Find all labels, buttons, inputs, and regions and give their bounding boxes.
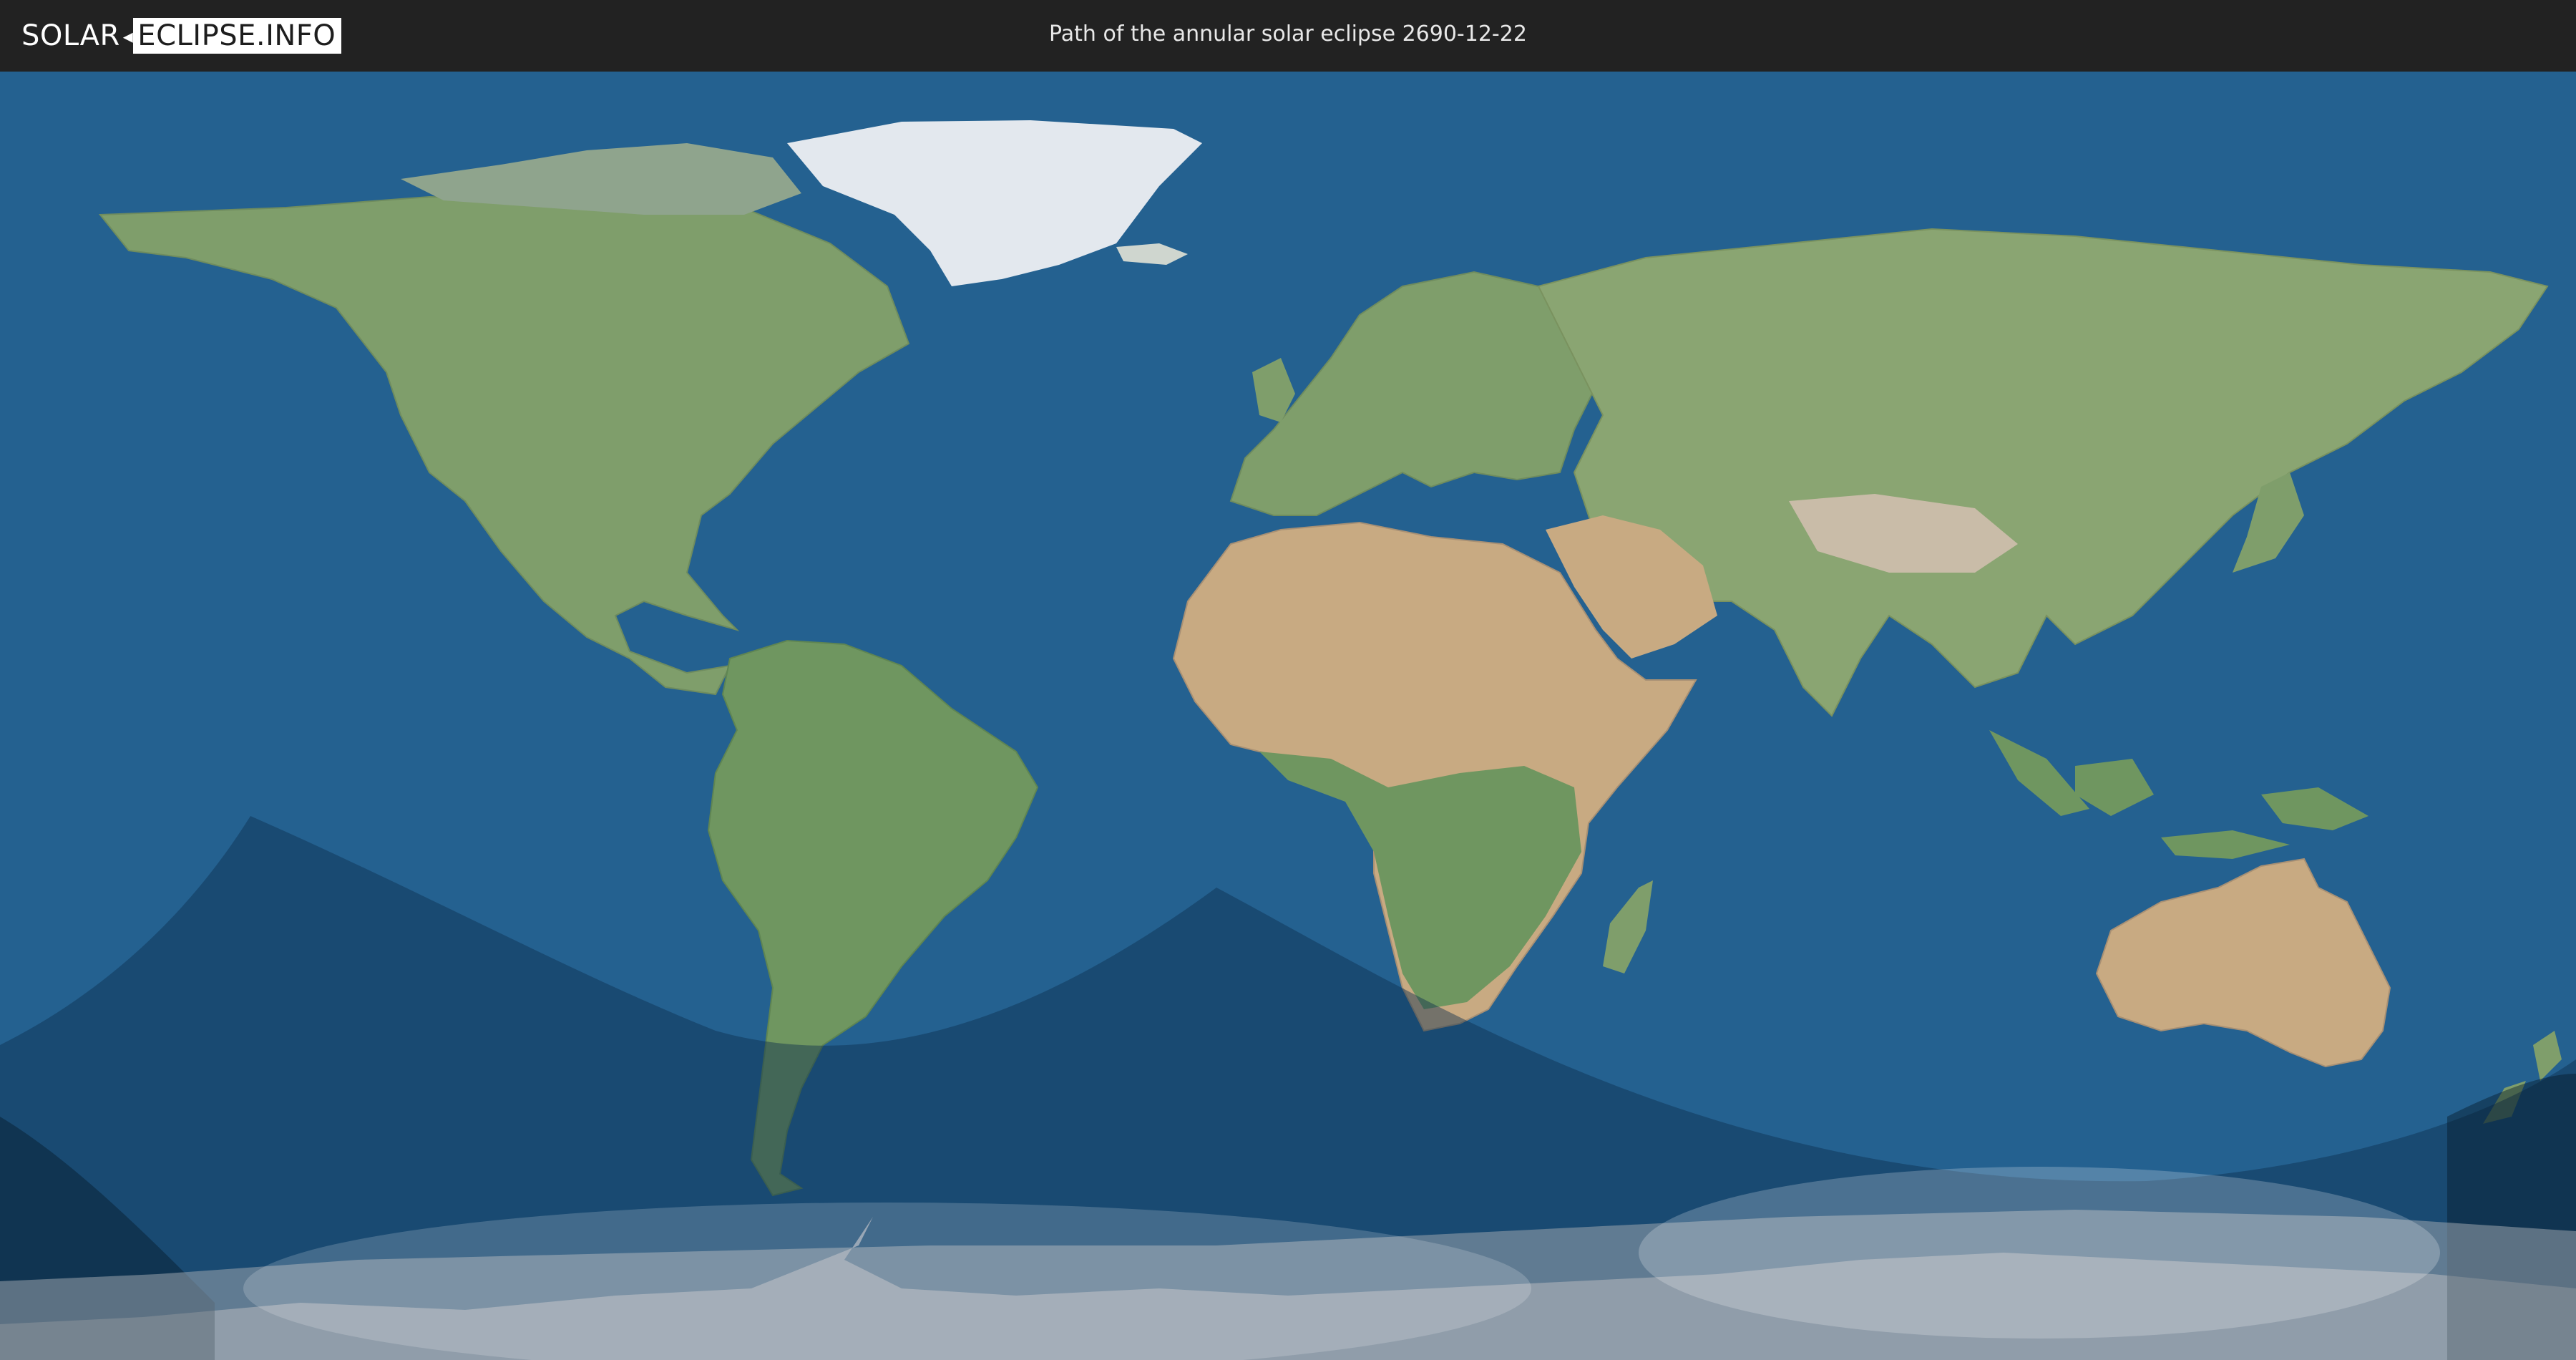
page-title: Path of the annular solar eclipse 2690-1…: [1049, 21, 1527, 47]
top-bar: SOLAR ◂ ECLIPSE.INFO Path of the annular…: [0, 0, 2576, 72]
world-map[interactable]: [0, 72, 2576, 1360]
map-canvas: [0, 72, 2576, 1360]
annular-path-right: [1639, 1167, 2440, 1339]
